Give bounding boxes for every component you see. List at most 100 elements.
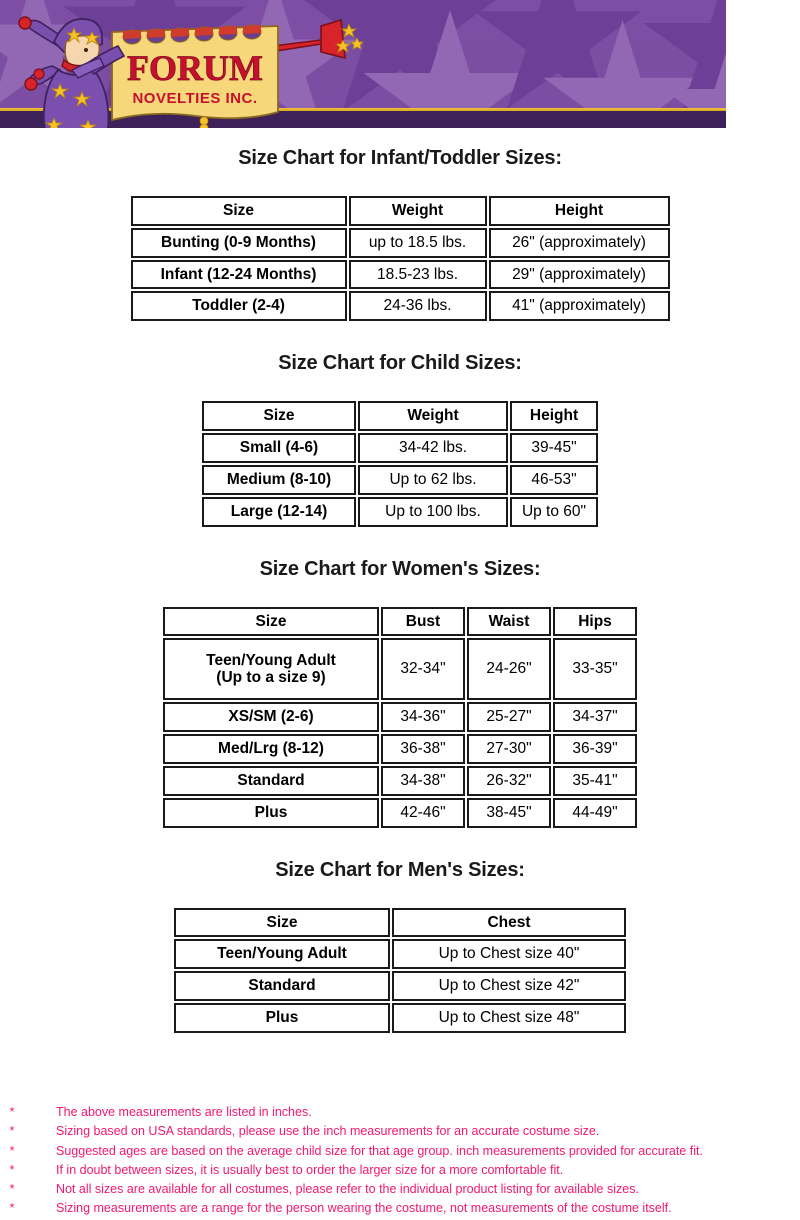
- cell-size: Large (12-14): [202, 496, 356, 527]
- cell-size: Teen/Young Adult: [174, 939, 390, 970]
- jester-mascot-icon: [18, 16, 126, 128]
- table-row: Medium (8-10) Up to 62 lbs. 46-53": [202, 464, 598, 495]
- cell-size: Standard: [174, 971, 390, 1001]
- column-header-chest: Chest: [392, 907, 626, 938]
- cell-size: Toddler (2-4): [130, 291, 347, 322]
- column-header-size: Size: [163, 606, 379, 637]
- column-header-weight: Weight: [348, 196, 487, 226]
- asterisk-icon: *: [9, 1201, 15, 1216]
- cell-hips: 36-39": [553, 734, 637, 764]
- site-banner: FORUM NOVELTIES INC.: [0, 0, 726, 128]
- column-header-size: Size: [202, 401, 356, 432]
- cell-hips: 35-41": [553, 765, 637, 796]
- cell-size: Bunting (0-9 Months): [130, 227, 347, 258]
- cell-height: 39-45": [510, 433, 598, 463]
- cell-size: XS/SM (2-6): [163, 702, 379, 733]
- section-title-child: Size Chart for Child Sizes:: [278, 352, 522, 375]
- size-table-infant: Size Weight Height Bunting (0-9 Months) …: [129, 194, 672, 323]
- cell-size: Teen/Young Adult (Up to a size 9): [163, 638, 379, 701]
- table-wrap-infant: Size Weight Height Bunting (0-9 Months) …: [0, 194, 800, 323]
- footnote-text: Sizing measurements are a range for the …: [56, 1201, 672, 1216]
- table-header-row: Size Chest: [174, 907, 626, 938]
- column-header-bust: Bust: [381, 606, 465, 637]
- cell-hips: 44-49": [553, 797, 637, 828]
- section-title-men: Size Chart for Men's Sizes:: [275, 858, 525, 881]
- footnote-item: * Suggested ages are based on the averag…: [0, 1142, 800, 1161]
- footnote-text: Sizing based on USA standards, please us…: [56, 1124, 600, 1139]
- footnote-item: * Not all sizes are available for all co…: [0, 1180, 800, 1199]
- cell-waist: 38-45": [467, 797, 551, 828]
- column-header-height: Height: [510, 401, 598, 432]
- asterisk-icon: *: [9, 1124, 15, 1139]
- size-table-women: Size Bust Waist Hips Teen/Young Adult (Up…: [161, 605, 639, 830]
- cell-weight: 34-42 lbs.: [358, 433, 508, 463]
- table-row: Small (4-6) 34-42 lbs. 39-45": [202, 433, 598, 463]
- footnote-text: Suggested ages are based on the average …: [56, 1143, 703, 1158]
- section-title-infant: Size Chart for Infant/Toddler Sizes:: [238, 147, 562, 169]
- table-header-row: Size Bust Waist Hips: [163, 606, 637, 637]
- cell-size: Plus: [163, 797, 379, 828]
- column-header-height: Height: [488, 196, 670, 226]
- cell-chest: Up to Chest size 40": [392, 939, 626, 970]
- table-row: Plus Up to Chest size 48": [174, 1003, 626, 1033]
- cell-height: 41" (approximately): [488, 291, 670, 322]
- table-header-row: Size Weight Height: [202, 401, 598, 432]
- asterisk-icon: *: [9, 1143, 15, 1158]
- cell-bust: 42-46": [381, 797, 465, 828]
- cell-weight: Up to 62 lbs.: [358, 464, 508, 495]
- cell-waist: 26-32": [467, 765, 551, 796]
- column-header-hips: Hips: [553, 606, 637, 637]
- asterisk-icon: *: [9, 1105, 15, 1119]
- cell-chest: Up to Chest size 42": [392, 971, 626, 1001]
- table-row: Infant (12-24 Months) 18.5-23 lbs. 29" (…: [130, 259, 670, 290]
- table-row: Teen/Young Adult (Up to a size 9) 32-34" …: [163, 638, 637, 701]
- table-wrap-men: Size Chest Teen/Young Adult Up to Chest …: [0, 906, 800, 1035]
- size-table-child: Size Weight Height Small (4-6) 34-42 lbs…: [200, 399, 600, 528]
- footnote-item: * Sizing based on USA standards, please …: [0, 1122, 800, 1141]
- column-header-weight: Weight: [358, 401, 508, 432]
- cell-height: Up to 60": [510, 496, 598, 527]
- footnote-item: * If in doubt between sizes, it is usual…: [0, 1161, 800, 1180]
- table-row: Bunting (0-9 Months) up to 18.5 lbs. 26"…: [130, 227, 670, 258]
- column-header-size: Size: [174, 907, 390, 938]
- table-row: Teen/Young Adult Up to Chest size 40": [174, 939, 626, 970]
- cell-size: Infant (12-24 Months): [130, 259, 347, 290]
- cell-chest: Up to Chest size 48": [392, 1003, 626, 1033]
- footnote-text: The above measurements are listed in inc…: [56, 1105, 312, 1119]
- section-title-women: Size Chart for Women's Sizes:: [259, 557, 541, 580]
- cell-bust: 36-38": [381, 734, 465, 764]
- cell-weight: 18.5-23 lbs.: [348, 259, 487, 290]
- cell-hips: 34-37": [553, 702, 637, 733]
- footnote-text: Not all sizes are available for all cost…: [56, 1182, 639, 1197]
- cell-height: 46-53": [510, 464, 598, 495]
- column-header-waist: Waist: [467, 606, 551, 637]
- cell-hips: 33-35": [553, 638, 637, 701]
- table-row: Large (12-14) Up to 100 lbs. Up to 60": [202, 496, 598, 527]
- cell-size: Medium (8-10): [202, 464, 356, 495]
- footnote-item: * Sizing measurements are a range for th…: [0, 1199, 800, 1218]
- table-row: Toddler (2-4) 24-36 lbs. 41" (approximat…: [130, 291, 670, 322]
- table-row: Plus 42-46" 38-45" 44-49": [163, 797, 637, 828]
- logo-sub-text: NOVELTIES INC.: [132, 90, 257, 107]
- cell-weight: up to 18.5 lbs.: [348, 227, 487, 258]
- cell-bust: 34-36": [381, 702, 465, 733]
- cell-height: 26" (approximately): [488, 227, 670, 258]
- column-header-size: Size: [130, 196, 347, 226]
- logo-main-text: FORUM: [127, 48, 263, 88]
- footnote-text: If in doubt between sizes, it is usually…: [56, 1162, 564, 1177]
- cell-size: Plus: [174, 1003, 390, 1033]
- table-wrap-women: Size Bust Waist Hips Teen/Young Adult (Up…: [0, 605, 800, 830]
- size-table-men: Size Chest Teen/Young Adult Up to Chest …: [172, 906, 628, 1035]
- table-wrap-child: Size Weight Height Small (4-6) 34-42 lbs…: [0, 399, 800, 528]
- cell-height: 29" (approximately): [488, 259, 670, 290]
- asterisk-icon: *: [9, 1182, 15, 1197]
- cell-bust: 34-38": [381, 765, 465, 796]
- table-header-row: Size Weight Height: [130, 196, 670, 226]
- table-row: Standard 34-38" 26-32" 35-41": [163, 765, 637, 796]
- table-row: XS/SM (2-6) 34-36" 25-27" 34-37": [163, 702, 637, 733]
- cell-weight: Up to 100 lbs.: [358, 496, 508, 527]
- asterisk-icon: *: [9, 1162, 15, 1177]
- cell-weight: 24-36 lbs.: [348, 291, 487, 322]
- footnotes-list: * The above measurements are listed in i…: [0, 1103, 800, 1219]
- table-row: Standard Up to Chest size 42": [174, 971, 626, 1001]
